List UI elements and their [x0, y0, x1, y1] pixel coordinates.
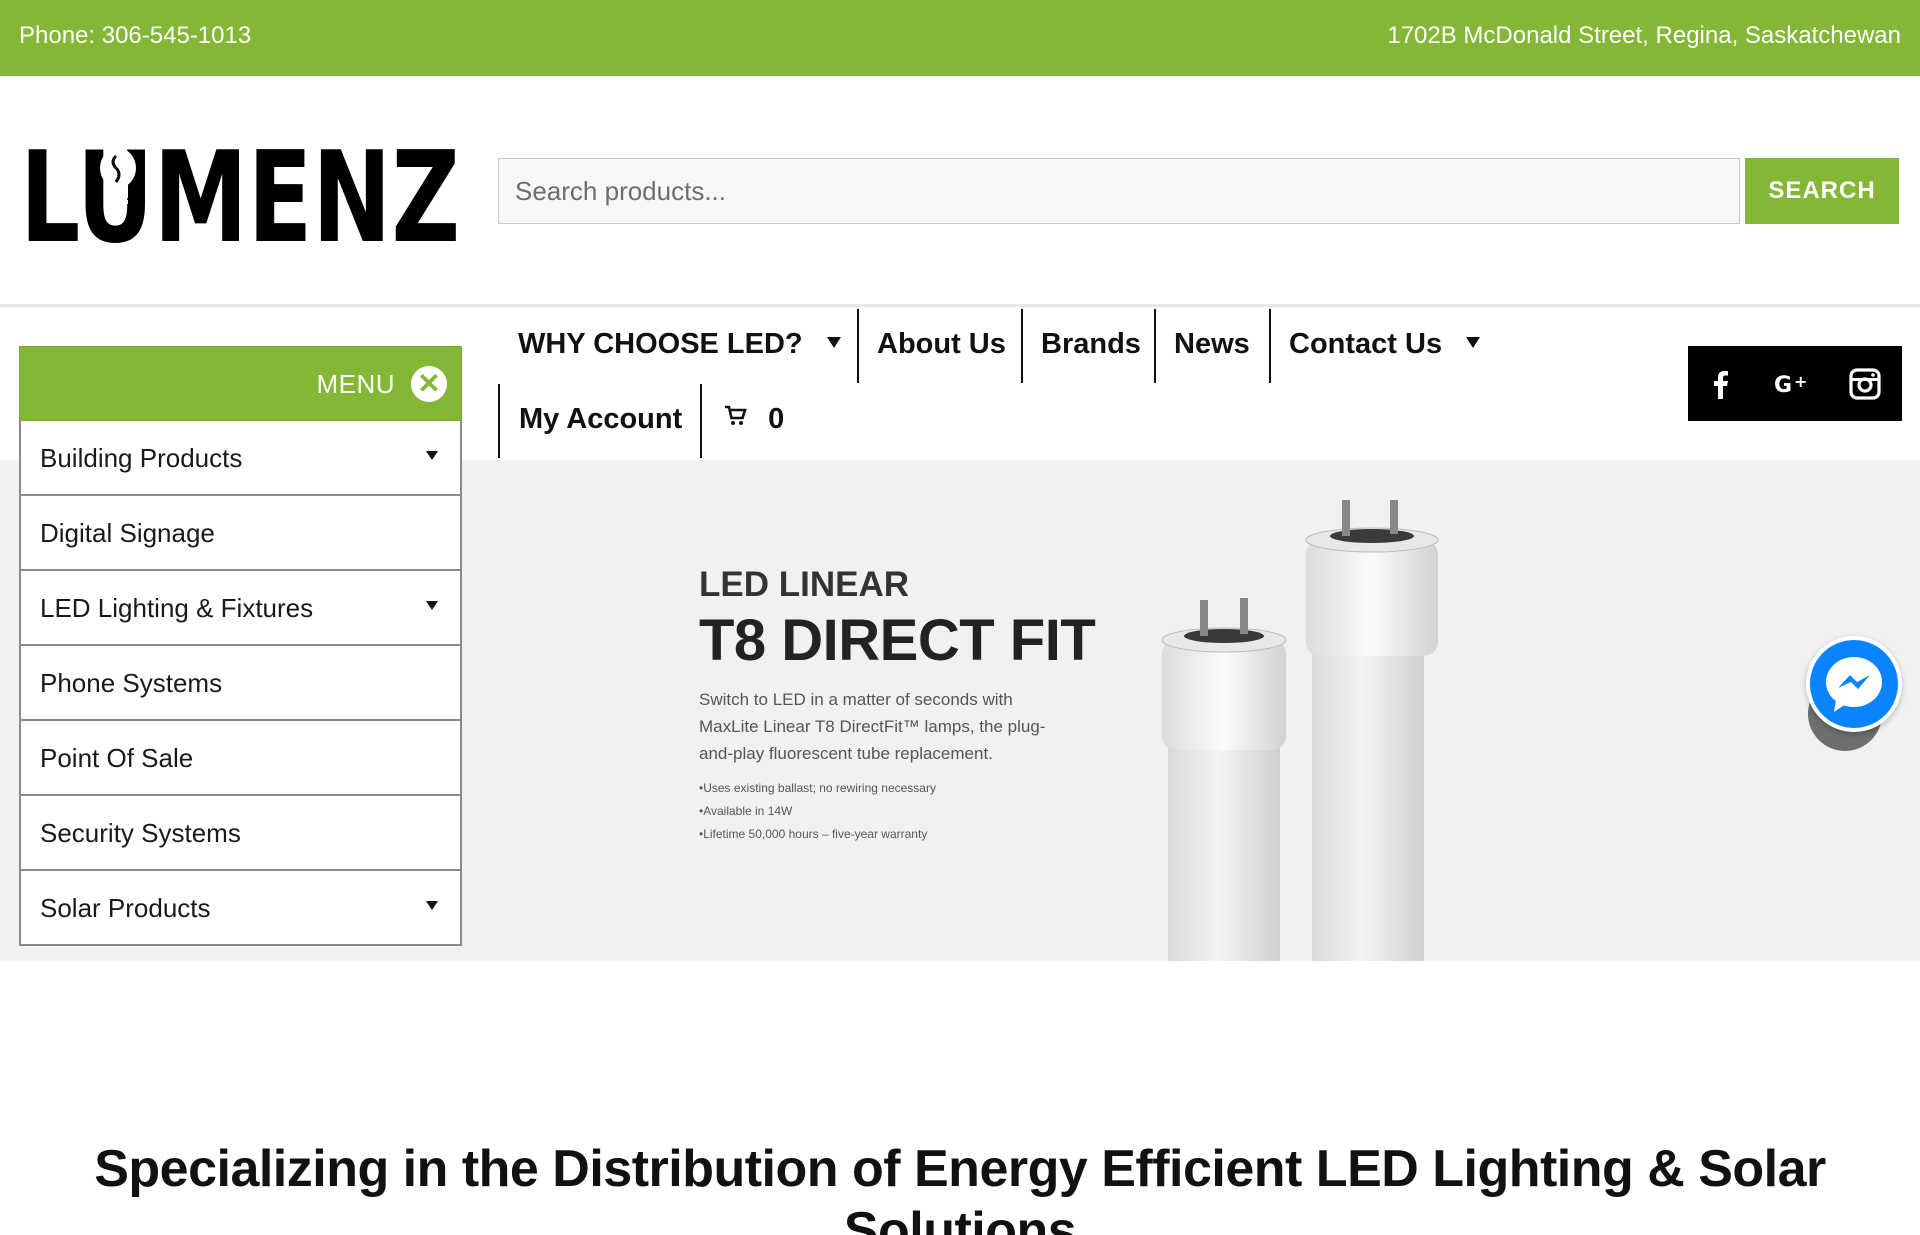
menu-title: MENU: [316, 369, 395, 399]
nav-why-choose-led[interactable]: WHY CHOOSE LED?: [518, 328, 841, 361]
hero-description: Switch to LED in a matter of seconds wit…: [699, 690, 1046, 763]
close-icon[interactable]: ✕: [411, 366, 447, 402]
facebook-icon[interactable]: [1702, 365, 1740, 403]
cart-icon: [725, 406, 747, 426]
sidebar-item-point-of-sale[interactable]: Point Of Sale: [19, 721, 462, 796]
nav-about-us[interactable]: About Us: [877, 328, 1006, 361]
sidebar-item-label: LED Lighting & Fixtures: [40, 593, 314, 623]
nav-divider: [1154, 309, 1156, 383]
sidebar-item-label: Digital Signage: [40, 518, 215, 548]
nav-contact-us[interactable]: Contact Us: [1289, 328, 1481, 361]
search-button[interactable]: SEARCH: [1745, 158, 1899, 224]
social-links: G +: [1688, 346, 1902, 421]
lumenz-logo[interactable]: LUMENZ: [20, 138, 460, 248]
instagram-icon[interactable]: [1846, 365, 1884, 403]
hero-bullet: Uses existing ballast; no rewiring neces…: [699, 777, 1139, 800]
nav-divider: [498, 384, 500, 458]
category-sidebar: MENU ✕ Building Products Digital Signage…: [19, 346, 462, 946]
caret-down-icon[interactable]: [426, 601, 438, 610]
sidebar-item-security-systems[interactable]: Security Systems: [19, 796, 462, 871]
messenger-chat-button[interactable]: [1806, 636, 1902, 732]
nav-brands[interactable]: Brands: [1041, 328, 1141, 361]
sidebar-item-label: Building Products: [40, 443, 243, 473]
nav-divider: [857, 309, 859, 383]
sidebar-item-digital-signage[interactable]: Digital Signage: [19, 496, 462, 571]
hero-bullet: Lifetime 50,000 hours – five-year warran…: [699, 823, 1139, 846]
search-input[interactable]: [498, 158, 1740, 224]
hero-bullet: Available in 14W: [699, 800, 1139, 823]
svg-text:G: G: [1774, 373, 1792, 398]
sidebar-item-phone-systems[interactable]: Phone Systems: [19, 646, 462, 721]
sidebar-item-solar-products[interactable]: Solar Products: [19, 871, 462, 946]
sidebar-item-label: Point Of Sale: [40, 743, 194, 773]
caret-down-icon[interactable]: [426, 901, 438, 910]
nav-my-account[interactable]: My Account: [519, 403, 682, 436]
nav-divider: [1269, 309, 1271, 383]
hero-bullet-list: Uses existing ballast; no rewiring neces…: [699, 777, 1139, 846]
hero-title: T8 DIRECT FIT: [699, 608, 1096, 673]
nav-news[interactable]: News: [1174, 328, 1250, 361]
page-tagline: Specializing in the Distribution of Ener…: [94, 1140, 1826, 1235]
phone-number[interactable]: Phone: 306-545-1013: [19, 22, 251, 50]
nav-divider: [700, 384, 702, 458]
sidebar-item-label: Security Systems: [40, 818, 241, 848]
sidebar-item-building-products[interactable]: Building Products: [19, 421, 462, 496]
svg-text:+: +: [1794, 372, 1807, 391]
sidebar-item-label: Solar Products: [40, 893, 211, 923]
messenger-icon: [1826, 657, 1882, 712]
nav-label: Contact Us: [1289, 328, 1443, 360]
hero-kicker: LED LINEAR: [699, 565, 909, 604]
led-tube-image: [1161, 500, 1439, 961]
hero-text-block: LED LINEAR T8 DIRECT FIT Switch to LED i…: [699, 565, 1139, 846]
caret-down-icon[interactable]: [426, 451, 438, 460]
nav-divider: [1021, 309, 1023, 383]
site-header: LUMENZ SEARCH: [0, 76, 1920, 307]
logo-text: LUMENZ: [20, 138, 460, 248]
store-address: 1702B McDonald Street, Regina, Saskatche…: [1387, 22, 1901, 49]
cart-count: 0: [768, 403, 785, 435]
sidebar-item-led-lighting[interactable]: LED Lighting & Fixtures: [19, 571, 462, 646]
menu-header[interactable]: MENU ✕: [19, 346, 462, 421]
caret-down-icon: [826, 336, 841, 348]
caret-down-icon: [1466, 336, 1481, 348]
google-plus-icon[interactable]: G +: [1774, 365, 1812, 403]
sidebar-item-label: Phone Systems: [40, 668, 223, 698]
cart-link[interactable]: 0: [724, 403, 784, 436]
top-contact-bar: Phone: 306-545-1013 1702B McDonald Stree…: [0, 0, 1920, 76]
nav-label: WHY CHOOSE LED?: [518, 328, 803, 360]
